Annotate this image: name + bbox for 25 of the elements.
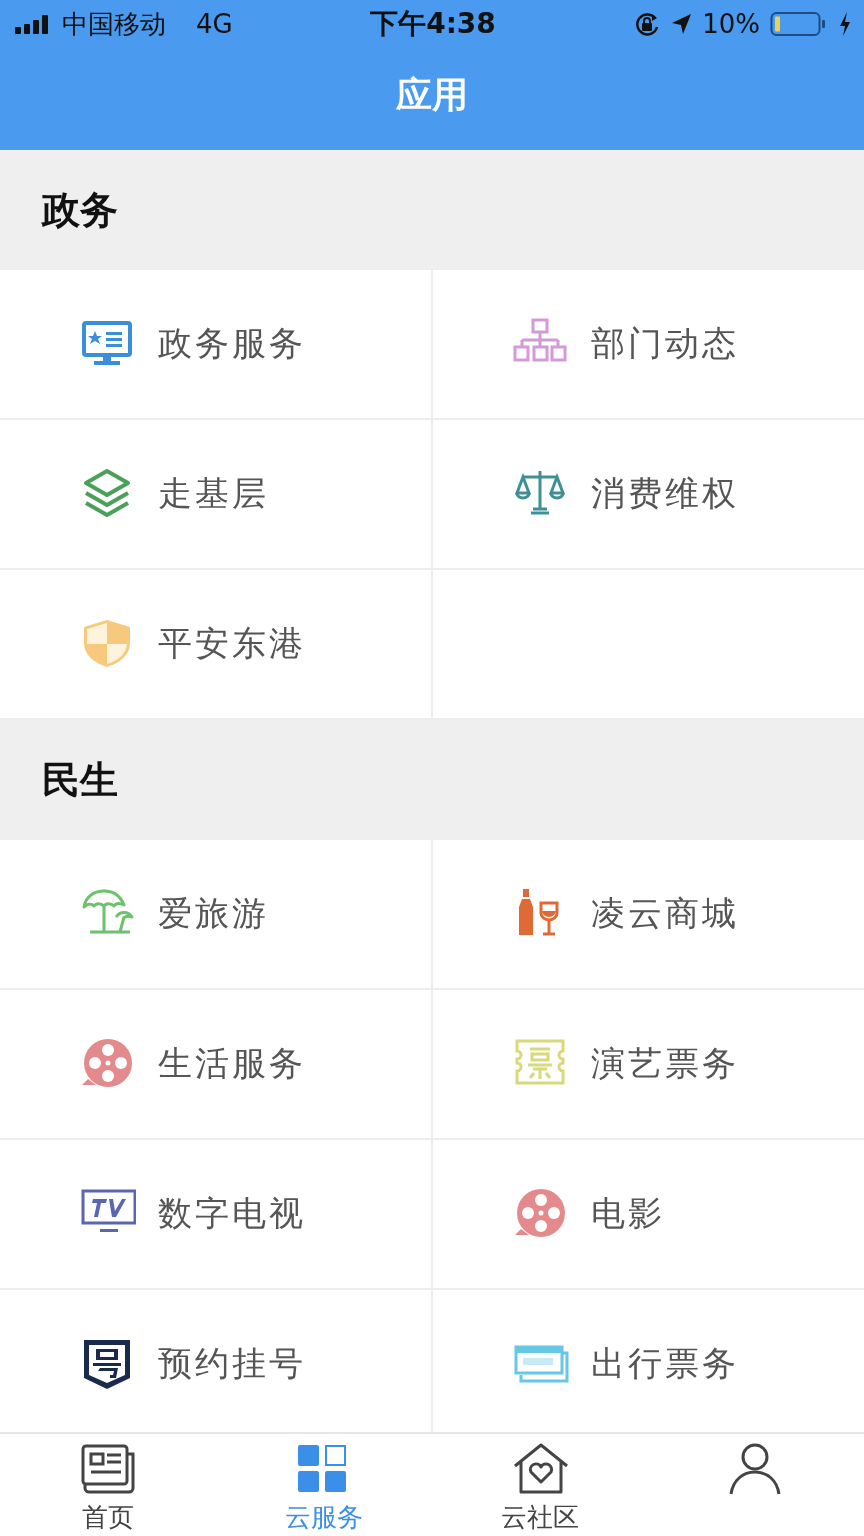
app-tile[interactable]: 凌云商城 bbox=[433, 840, 864, 990]
app-tile[interactable]: 部门动态 bbox=[433, 270, 864, 420]
battery-icon bbox=[770, 11, 828, 37]
section-title: 民生 bbox=[42, 756, 118, 804]
app-tile[interactable]: 电影 bbox=[433, 1140, 864, 1290]
app-tile[interactable]: 演艺票务 bbox=[433, 990, 864, 1140]
section-title: 政务 bbox=[42, 186, 118, 234]
app-tile[interactable]: 消费维权 bbox=[433, 420, 864, 570]
app-tile[interactable]: 走基层 bbox=[0, 420, 433, 570]
network-type: 4G bbox=[196, 9, 233, 39]
house-heart-icon bbox=[511, 1442, 569, 1496]
newspaper-icon bbox=[79, 1442, 137, 1496]
app-tile[interactable]: 生活服务 bbox=[0, 990, 433, 1140]
page-title: 应用 bbox=[396, 72, 468, 117]
charging-icon bbox=[838, 11, 852, 37]
app-tile[interactable]: 爱旅游 bbox=[0, 840, 433, 990]
tab-item[interactable]: 云社区 bbox=[432, 1434, 648, 1536]
app-tile[interactable]: 政务服务 bbox=[0, 270, 433, 420]
carrier-name: 中国移动 bbox=[62, 7, 166, 41]
battery-percent: 10% bbox=[702, 9, 760, 39]
rotation-lock-icon bbox=[634, 11, 661, 37]
status-time: 下午4:38 bbox=[370, 6, 496, 42]
app-tile[interactable]: 数字电视 bbox=[0, 1140, 433, 1290]
location-arrow-icon bbox=[670, 12, 693, 36]
tab-item[interactable]: 首页 bbox=[0, 1434, 216, 1536]
